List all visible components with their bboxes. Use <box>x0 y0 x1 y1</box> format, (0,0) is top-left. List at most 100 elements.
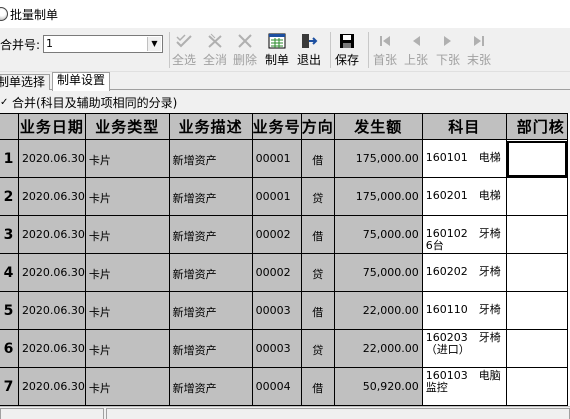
next-page-button[interactable]: 下张 <box>436 32 460 70</box>
voucher-number-select[interactable]: 1 ▼ <box>43 35 163 53</box>
cell-type[interactable]: 卡片 <box>84 329 170 368</box>
cell-subject[interactable]: 160201 电梯 <box>421 177 507 216</box>
row-number[interactable]: 3 <box>0 215 19 254</box>
col-header-subject[interactable]: 科目 <box>421 113 507 140</box>
col-header-direction[interactable]: 方向 <box>300 113 335 140</box>
delete-button[interactable]: 删除 <box>233 32 257 70</box>
table-row[interactable]: 5 2020.06.30 卡片 新增资产 00003 借 22,000.00 1… <box>0 291 569 330</box>
cell-subject[interactable]: 160203 牙椅（进口） <box>421 329 507 368</box>
row-number[interactable]: 7 <box>0 367 19 406</box>
cell-direction[interactable]: 贷 <box>300 177 335 216</box>
voucher-grid: 业务日期 业务类型 业务描述 业务号 方向 发生额 科目 部门核 1 2020.… <box>0 113 570 406</box>
cell-bizno[interactable]: 00002 <box>251 253 302 292</box>
row-number[interactable]: 4 <box>0 253 19 292</box>
table-row[interactable]: 1 2020.06.30 卡片 新增资产 00001 借 175,000.00 … <box>0 139 569 178</box>
select-all-button[interactable]: 全选 <box>172 32 196 70</box>
cell-date[interactable]: 2020.06.30 <box>17 177 86 216</box>
cell-date[interactable]: 2020.06.30 <box>17 215 86 254</box>
cell-date[interactable]: 2020.06.30 <box>17 253 86 292</box>
checkmark-icon[interactable]: ✓ <box>0 97 10 108</box>
cell-amount[interactable]: 75,000.00 <box>333 215 423 254</box>
exit-button[interactable]: 退出 <box>297 32 321 70</box>
last-icon <box>469 32 489 50</box>
table-row[interactable]: 7 2020.06.30 卡片 新增资产 00004 借 50,920.00 1… <box>0 367 569 406</box>
cell-department[interactable] <box>505 367 569 406</box>
cell-direction[interactable]: 借 <box>300 367 335 406</box>
cell-subject[interactable]: 160102 牙椅6台 <box>421 215 507 254</box>
table-row[interactable]: 6 2020.06.30 卡片 新增资产 00003 贷 22,000.00 1… <box>0 329 569 368</box>
cell-subject[interactable]: 160101 电梯 <box>421 139 507 178</box>
merge-option[interactable]: ✓ 合并(科目及辅助项相同的分录) <box>0 93 177 111</box>
cell-type[interactable]: 卡片 <box>84 215 170 254</box>
row-number[interactable]: 6 <box>0 329 19 368</box>
cell-type[interactable]: 卡片 <box>84 291 170 330</box>
cell-department[interactable] <box>505 329 569 368</box>
chevron-down-icon[interactable]: ▼ <box>147 37 161 51</box>
cell-type[interactable]: 卡片 <box>84 367 170 406</box>
table-row[interactable]: 4 2020.06.30 卡片 新增资产 00002 贷 75,000.00 1… <box>0 253 569 292</box>
cell-amount[interactable]: 175,000.00 <box>333 177 423 216</box>
cell-desc[interactable]: 新增资产 <box>168 329 253 368</box>
cell-amount[interactable]: 50,920.00 <box>333 367 423 406</box>
col-header-department[interactable]: 部门核 <box>505 113 569 140</box>
cell-type[interactable]: 卡片 <box>84 139 170 178</box>
cell-date[interactable]: 2020.06.30 <box>17 329 86 368</box>
col-header-date[interactable]: 业务日期 <box>17 113 86 140</box>
col-header-type[interactable]: 业务类型 <box>84 113 170 140</box>
col-header-bizno[interactable]: 业务号 <box>251 113 302 140</box>
cell-direction[interactable]: 借 <box>300 139 335 178</box>
cell-date[interactable]: 2020.06.30 <box>17 291 86 330</box>
cell-date[interactable]: 2020.06.30 <box>17 367 86 406</box>
cell-desc[interactable]: 新增资产 <box>168 253 253 292</box>
cell-direction[interactable]: 借 <box>300 291 335 330</box>
cell-type[interactable]: 卡片 <box>84 253 170 292</box>
cell-department[interactable] <box>505 253 569 292</box>
prev-page-button[interactable]: 上张 <box>404 32 428 70</box>
row-number[interactable]: 1 <box>0 139 19 178</box>
save-button[interactable]: 保存 <box>335 32 359 70</box>
col-header-amount[interactable]: 发生额 <box>333 113 423 140</box>
cell-subject[interactable]: 160103 电脑监控 <box>421 367 507 406</box>
cell-subject[interactable]: 160110 牙椅 <box>421 291 507 330</box>
tab-voucher-selection[interactable]: 制单选择 <box>0 74 51 90</box>
col-header-index <box>0 113 19 140</box>
prev-icon <box>406 32 426 50</box>
cell-bizno[interactable]: 00004 <box>251 367 302 406</box>
col-header-desc[interactable]: 业务描述 <box>168 113 253 140</box>
table-row[interactable]: 2 2020.06.30 卡片 新增资产 00001 贷 175,000.00 … <box>0 177 569 216</box>
create-voucher-button[interactable]: 制单 <box>265 32 289 70</box>
cell-bizno[interactable]: 00001 <box>251 177 302 216</box>
cell-bizno[interactable]: 00003 <box>251 291 302 330</box>
first-page-button[interactable]: 首张 <box>373 32 397 70</box>
cell-subject[interactable]: 160202 牙椅 <box>421 253 507 292</box>
tab-voucher-settings[interactable]: 制单设置 <box>52 72 111 91</box>
deselect-all-button[interactable]: 全消 <box>203 32 227 70</box>
cell-department[interactable] <box>505 215 569 254</box>
row-number[interactable]: 2 <box>0 177 19 216</box>
cell-desc[interactable]: 新增资产 <box>168 291 253 330</box>
cell-direction[interactable]: 贷 <box>300 253 335 292</box>
cell-amount[interactable]: 75,000.00 <box>333 253 423 292</box>
cell-date[interactable]: 2020.06.30 <box>17 139 86 178</box>
cell-desc[interactable]: 新增资产 <box>168 215 253 254</box>
cell-bizno[interactable]: 00001 <box>251 139 302 178</box>
cell-bizno[interactable]: 00003 <box>251 329 302 368</box>
cell-desc[interactable]: 新增资产 <box>168 177 253 216</box>
cell-department[interactable] <box>505 291 569 330</box>
tab-strip: 制单选择 制单设置 <box>0 72 570 91</box>
cell-direction[interactable]: 借 <box>300 215 335 254</box>
merge-option-label: 合并(科目及辅助项相同的分录) <box>12 95 178 110</box>
cell-department[interactable] <box>505 177 569 216</box>
cell-amount[interactable]: 22,000.00 <box>333 329 423 368</box>
cell-type[interactable]: 卡片 <box>84 177 170 216</box>
cell-desc[interactable]: 新增资产 <box>168 139 253 178</box>
cell-direction[interactable]: 贷 <box>300 329 335 368</box>
last-page-button[interactable]: 末张 <box>467 32 491 70</box>
table-row[interactable]: 3 2020.06.30 卡片 新增资产 00002 借 75,000.00 1… <box>0 215 569 254</box>
cell-desc[interactable]: 新增资产 <box>168 367 253 406</box>
cell-amount[interactable]: 175,000.00 <box>333 139 423 178</box>
cell-department[interactable] <box>505 139 569 178</box>
cell-bizno[interactable]: 00002 <box>251 215 302 254</box>
row-number[interactable]: 5 <box>0 291 19 330</box>
cell-amount[interactable]: 22,000.00 <box>333 291 423 330</box>
